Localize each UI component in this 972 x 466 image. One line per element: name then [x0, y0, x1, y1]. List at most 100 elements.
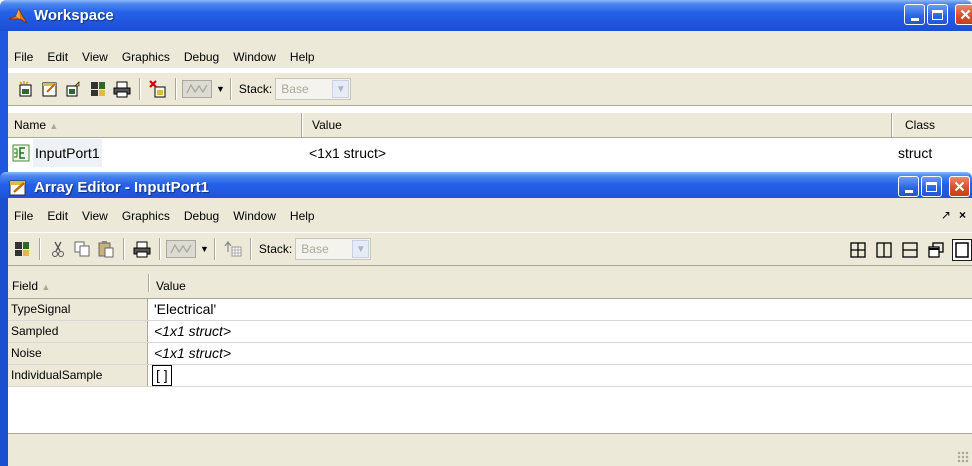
- menu-file[interactable]: File: [8, 50, 40, 64]
- column-header-value[interactable]: Value: [156, 274, 186, 298]
- undock-icon[interactable]: ↗: [941, 208, 951, 222]
- menu-edit[interactable]: Edit: [40, 209, 75, 223]
- table-row[interactable]: InputPort1 <1x1 struct> struct: [8, 139, 972, 167]
- column-divider[interactable]: [891, 113, 893, 137]
- menu-view[interactable]: View: [75, 50, 115, 64]
- menu-debug[interactable]: Debug: [177, 50, 226, 64]
- column-divider[interactable]: [301, 113, 303, 137]
- toolbar-separator: [123, 238, 125, 260]
- go-up-one-level-icon[interactable]: [222, 238, 244, 260]
- plot-dropdown-arrow-icon[interactable]: ▼: [216, 84, 225, 94]
- maximize-document-icon[interactable]: [952, 239, 972, 261]
- struct-table: TypeSignal 'Electrical' Sampled <1x1 str…: [8, 299, 972, 434]
- stack-select-value: Base: [301, 242, 329, 256]
- menu-help[interactable]: Help: [283, 209, 322, 223]
- plot-dropdown-arrow-icon[interactable]: ▼: [200, 244, 209, 254]
- paste-icon[interactable]: [95, 238, 117, 260]
- table-row[interactable]: Sampled <1x1 struct>: [8, 321, 972, 343]
- column-header-class[interactable]: Class: [905, 113, 935, 137]
- stack-select-value: Base: [281, 82, 309, 96]
- sort-ascending-icon: ▲: [41, 282, 51, 292]
- close-editor-icon[interactable]: ×: [959, 208, 966, 222]
- open-selection-icon[interactable]: [39, 78, 61, 100]
- close-button[interactable]: [955, 4, 972, 25]
- chevron-down-icon: ▼: [332, 80, 350, 98]
- workspace-menubar: File Edit View Graphics Debug Window Hel…: [8, 46, 972, 68]
- workspace-window-buttons: [904, 4, 948, 25]
- field-name: Sampled: [8, 321, 148, 342]
- stack-label: Stack:: [258, 242, 293, 256]
- delete-variable-icon[interactable]: [147, 78, 169, 100]
- menu-window[interactable]: Window: [226, 50, 283, 64]
- struct-variable-icon: [12, 144, 30, 162]
- menu-graphics[interactable]: Graphics: [115, 50, 177, 64]
- array-editor-close-wrap: [949, 176, 970, 197]
- field-name: IndividualSample: [8, 365, 148, 386]
- print-icon[interactable]: [131, 238, 153, 260]
- maximize-button[interactable]: [921, 176, 942, 197]
- menu-view[interactable]: View: [75, 209, 115, 223]
- close-button[interactable]: [949, 176, 970, 197]
- workspace-titlebar[interactable]: Workspace: [0, 0, 972, 31]
- plot-selection-button[interactable]: [182, 80, 212, 98]
- close-icon: [954, 181, 965, 192]
- menu-file[interactable]: File: [8, 209, 40, 223]
- stack-select[interactable]: Base ▼: [295, 238, 372, 260]
- variable-name-cell[interactable]: InputPort1: [12, 139, 102, 167]
- workspace-menubar-pad: [8, 31, 972, 46]
- field-value-selected[interactable]: [ ]: [152, 365, 172, 386]
- copy-icon[interactable]: [71, 238, 93, 260]
- minimize-button[interactable]: [898, 176, 919, 197]
- plot-icon: [170, 243, 192, 254]
- maximize-button[interactable]: [927, 4, 948, 25]
- column-field-label: Field: [12, 279, 39, 293]
- print-icon[interactable]: [111, 78, 133, 100]
- column-divider[interactable]: [148, 274, 150, 292]
- toolbar-separator: [139, 78, 141, 100]
- menu-window[interactable]: Window: [226, 209, 283, 223]
- column-header-name[interactable]: Name ▲: [14, 113, 58, 137]
- menu-help[interactable]: Help: [283, 50, 322, 64]
- field-value[interactable]: <1x1 struct>: [154, 343, 231, 364]
- sort-ascending-icon: ▲: [49, 121, 59, 131]
- resize-grip-icon[interactable]: [957, 451, 969, 463]
- menu-debug[interactable]: Debug: [177, 209, 226, 223]
- import-data-icon[interactable]: [63, 78, 85, 100]
- menu-graphics[interactable]: Graphics: [115, 209, 177, 223]
- table-row[interactable]: IndividualSample [ ]: [8, 365, 972, 387]
- plot-selection-button[interactable]: [166, 240, 196, 258]
- field-value[interactable]: 'Electrical': [154, 299, 216, 320]
- tile-layout-controls: [848, 239, 972, 261]
- struct-table-header: Field ▲ Value: [8, 274, 972, 299]
- workspace-table-header: Name ▲ Value Class: [8, 113, 972, 138]
- minimize-button[interactable]: [904, 4, 925, 25]
- tile-rows-icon[interactable]: [900, 240, 920, 260]
- save-workspace-icon[interactable]: [87, 78, 109, 100]
- maximize-icon: [932, 9, 943, 20]
- toolbar-separator: [213, 238, 216, 260]
- field-value[interactable]: <1x1 struct>: [154, 321, 231, 342]
- column-header-value[interactable]: Value: [312, 113, 342, 137]
- new-variable-icon[interactable]: [15, 78, 37, 100]
- toolbar-separator: [175, 78, 177, 100]
- column-header-field[interactable]: Field ▲: [12, 274, 50, 299]
- tile-grid-icon[interactable]: [848, 240, 868, 260]
- docking-controls: ↗ ×: [941, 208, 966, 222]
- table-row[interactable]: Noise <1x1 struct>: [8, 343, 972, 365]
- array-editor-toolbar: ▼ Stack: Base ▼: [8, 232, 972, 266]
- array-editor-menubar: File Edit View Graphics Debug Window Hel…: [8, 205, 972, 227]
- stack-select[interactable]: Base ▼: [275, 78, 352, 100]
- table-row[interactable]: TypeSignal 'Electrical': [8, 299, 972, 321]
- menu-edit[interactable]: Edit: [40, 50, 75, 64]
- tile-columns-icon[interactable]: [874, 240, 894, 260]
- maximize-icon: [926, 181, 937, 192]
- column-name-label: Name: [14, 118, 47, 132]
- workspace-close-wrap: [955, 4, 972, 25]
- workspace-title: Workspace: [34, 7, 114, 24]
- cut-icon[interactable]: [47, 238, 69, 260]
- toolbar-separator: [249, 238, 252, 260]
- array-editor-window-buttons: [898, 176, 942, 197]
- save-icon[interactable]: [11, 238, 33, 260]
- close-icon: [960, 9, 971, 20]
- float-window-icon[interactable]: [926, 240, 946, 260]
